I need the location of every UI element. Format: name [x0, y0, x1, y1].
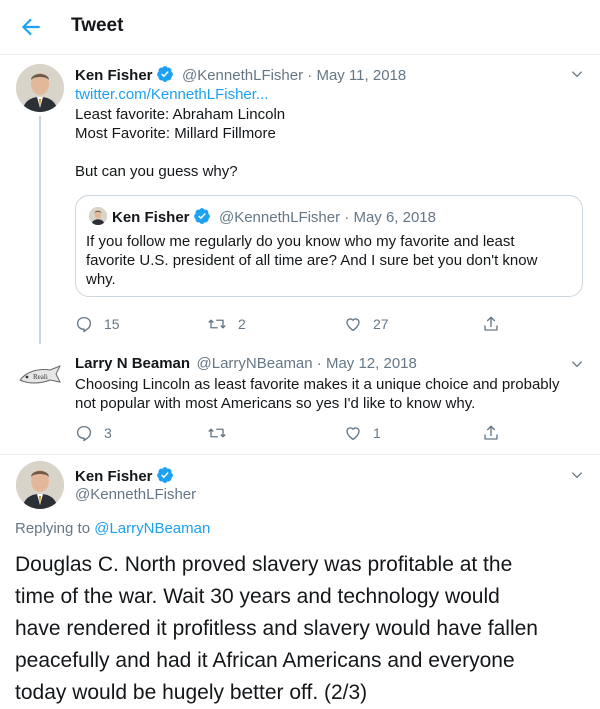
- retweet-button[interactable]: [207, 424, 238, 442]
- author-handle[interactable]: @KennethLFisher: [75, 486, 196, 503]
- like-icon: [346, 318, 360, 332]
- verified-icon: [156, 467, 173, 483]
- chevron-down-icon[interactable]: [570, 357, 584, 371]
- like-button[interactable]: 1: [344, 424, 381, 442]
- reply-count: 3: [104, 425, 112, 441]
- replying-to-handle[interactable]: @LarryNBeaman: [94, 520, 210, 537]
- tweet-text-line: not popular with most Americans so yes I…: [75, 395, 476, 412]
- replying-to-label: Replying to: [15, 520, 91, 537]
- chevron-down-icon[interactable]: [570, 468, 584, 482]
- tweet-header: Ken Fisher @KennethLFisher · May 11, 201…: [75, 65, 406, 85]
- thread-line: [39, 116, 41, 344]
- verified-icon: [193, 208, 210, 224]
- verified-icon: [156, 66, 173, 82]
- tweet-text-line: But can you guess why?: [75, 163, 238, 180]
- main-tweet-line: Douglas C. North proved slavery was prof…: [15, 553, 513, 576]
- back-arrow-icon[interactable]: [18, 14, 44, 40]
- retweet-icon: [208, 428, 226, 438]
- share-button[interactable]: [482, 315, 511, 333]
- tweet-divider: [0, 454, 600, 455]
- main-tweet-line: have rendered it profitless and slavery …: [15, 617, 538, 640]
- like-button[interactable]: 27: [344, 315, 389, 333]
- replying-to: Replying to @LarryNBeaman: [15, 520, 210, 537]
- tweet-text-line: Choosing Lincoln as least favorite makes…: [75, 376, 560, 393]
- like-count: 1: [373, 425, 381, 441]
- retweet-button[interactable]: 2: [207, 315, 246, 333]
- avatar[interactable]: [16, 461, 64, 509]
- tweet-text-line: Least favorite: Abraham Lincoln: [75, 106, 286, 123]
- main-tweet-text: Douglas C. North proved slavery was prof…: [15, 549, 590, 709]
- avatar[interactable]: [16, 64, 64, 112]
- quote-header: Ken Fisher @KennethLFisher · May 6, 2018: [112, 207, 436, 227]
- quote-text-line: If you follow me regularly do you know w…: [86, 233, 515, 250]
- chevron-down-icon[interactable]: [570, 67, 584, 81]
- reply-button[interactable]: 3: [75, 424, 112, 442]
- quote-text-line: why.: [86, 271, 116, 288]
- page-title: Tweet: [71, 15, 124, 36]
- author-name[interactable]: Ken Fisher: [75, 67, 153, 84]
- quote-text-line: favorite U.S. president of all time are?…: [86, 252, 538, 269]
- reply-icon: [76, 425, 92, 442]
- main-tweet-line: peacefully and had it African Americans …: [15, 649, 515, 672]
- share-button[interactable]: [482, 424, 511, 442]
- reply-button[interactable]: 15: [75, 315, 120, 333]
- reply-count: 15: [104, 316, 120, 332]
- avatar-text: Reali: [33, 373, 48, 381]
- tweet-header: Larry N Beaman @LarryNBeaman · May 12, 2…: [75, 355, 417, 373]
- share-icon: [484, 425, 498, 440]
- retweet-icon: [208, 319, 226, 329]
- quote-handle-date: @KennethLFisher · May 6, 2018: [218, 209, 436, 226]
- header-divider: [0, 54, 600, 55]
- author-name[interactable]: Ken Fisher: [75, 468, 153, 485]
- like-count: 27: [373, 316, 389, 332]
- retweet-count: 2: [238, 316, 246, 332]
- like-icon: [346, 427, 360, 441]
- tweet-link[interactable]: twitter.com/KennethLFisher...: [75, 85, 268, 105]
- tweet-header: Ken Fisher: [75, 466, 174, 486]
- main-tweet-line: time of the war. Wait 30 years and techn…: [15, 585, 500, 608]
- handle-date[interactable]: @KennethLFisher · May 11, 2018: [182, 67, 406, 84]
- reply-icon: [76, 316, 92, 333]
- handle-date[interactable]: @LarryNBeaman · May 12, 2018: [197, 355, 417, 372]
- quote-avatar: [89, 207, 107, 225]
- main-tweet-line: today would be hugely better off. (2/3): [15, 681, 368, 704]
- share-icon: [484, 316, 498, 331]
- quote-author-name: Ken Fisher: [112, 209, 190, 226]
- author-name[interactable]: Larry N Beaman: [75, 355, 190, 372]
- tweet-text-line: Most Favorite: Millard Fillmore: [75, 125, 276, 142]
- avatar[interactable]: Reali: [16, 354, 64, 402]
